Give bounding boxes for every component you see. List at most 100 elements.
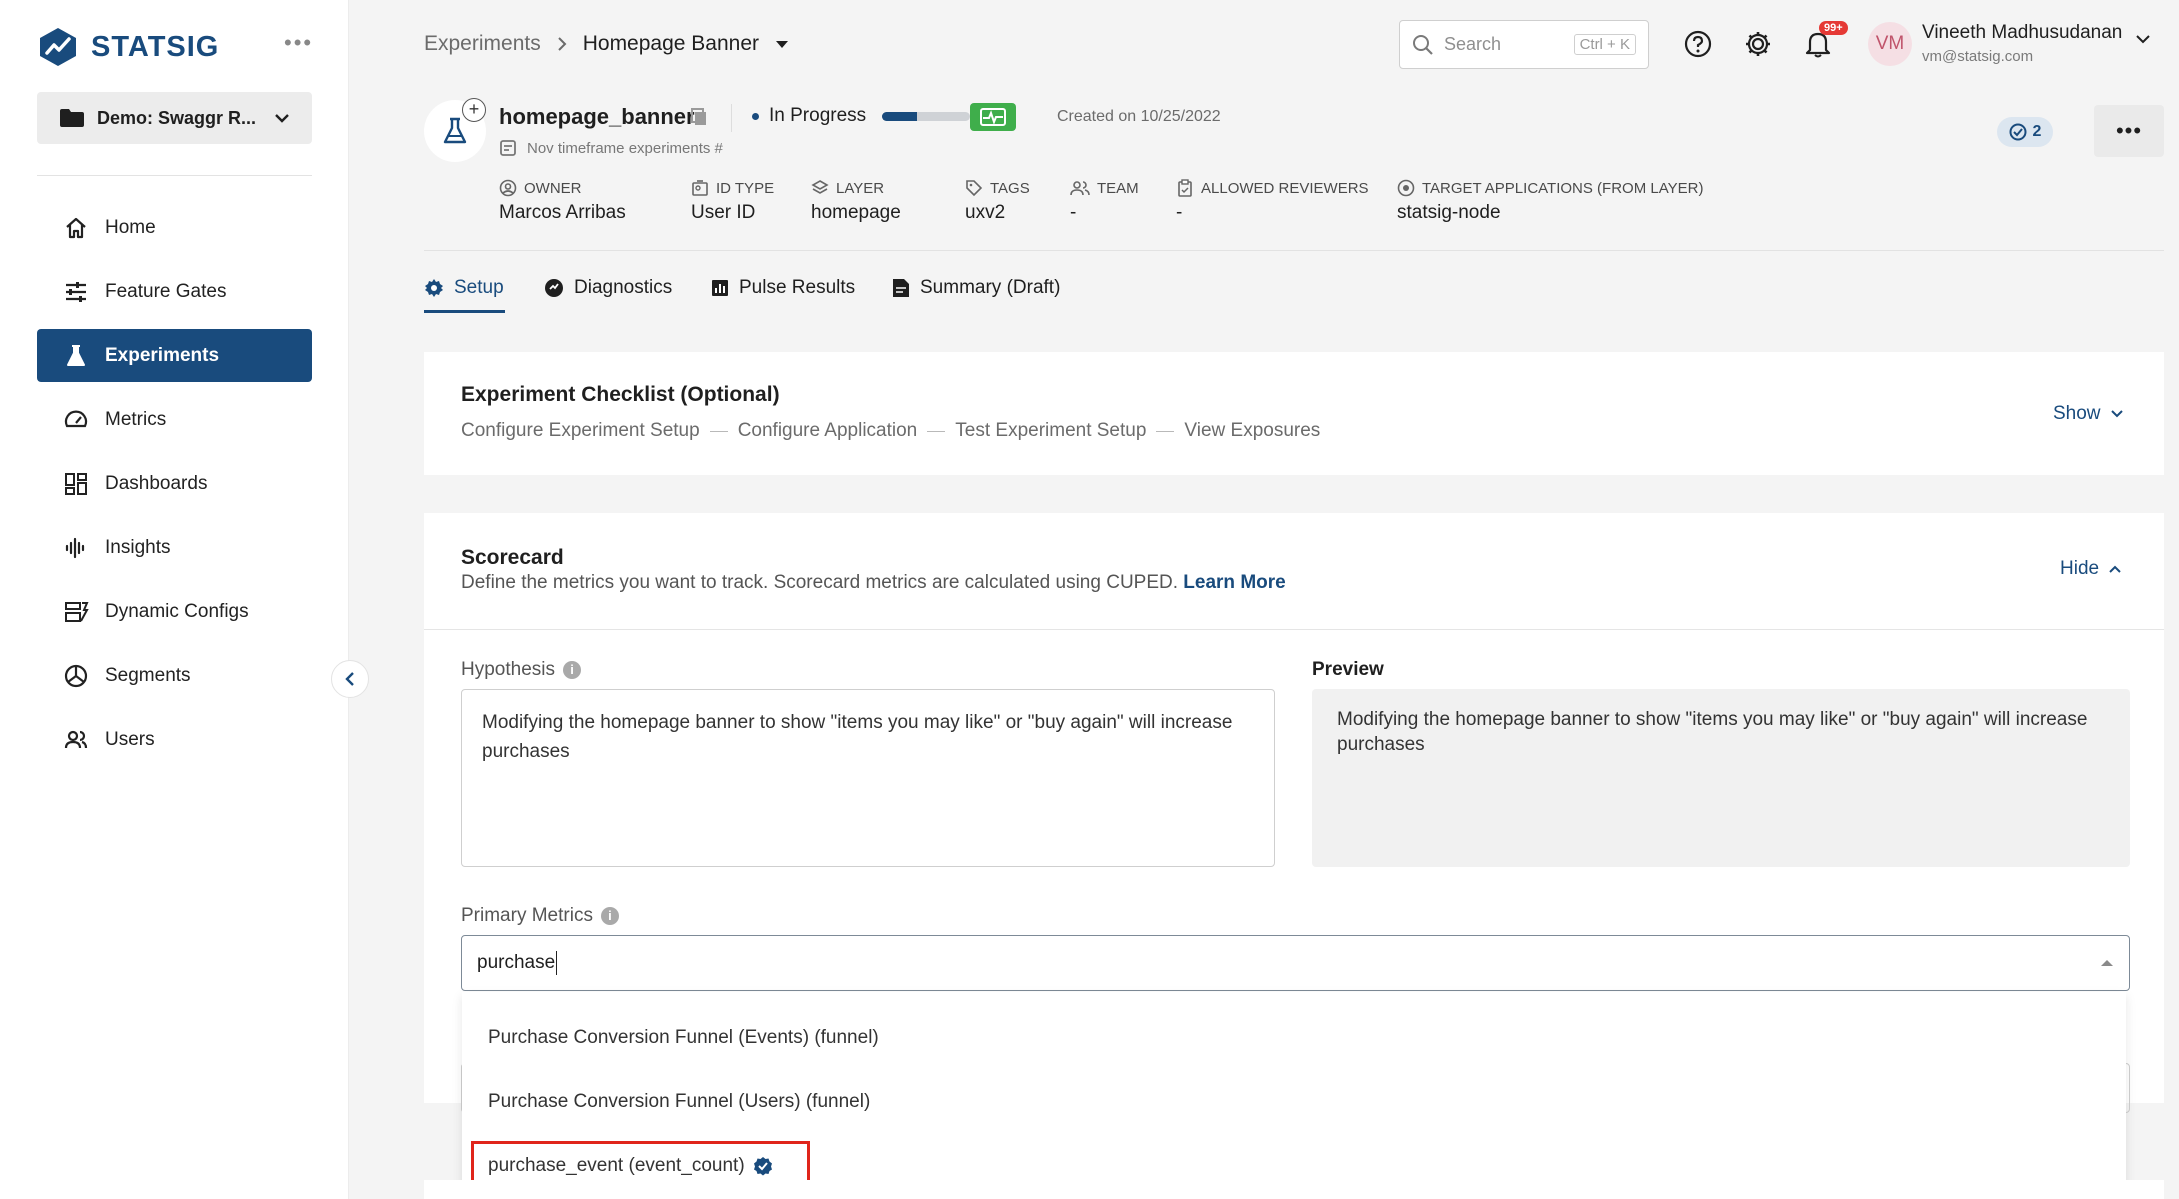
meta-label: TARGET APPLICATIONS (FROM LAYER) [1422,179,1704,197]
meta-value: homepage [811,202,901,223]
help-button[interactable] [1682,28,1714,60]
sidebar-item-users[interactable]: Users [37,713,312,766]
user-name[interactable]: Vineeth Madhusudanan [1922,22,2122,44]
add-icon[interactable]: + [462,98,486,122]
caret-down-icon[interactable] [775,40,789,49]
sidebar-divider [37,175,312,176]
settings-button[interactable] [1742,28,1774,60]
reviewers-badge[interactable]: 2 [1997,117,2053,147]
info-icon[interactable]: i [600,907,619,925]
meta-label: ID TYPE [716,179,775,197]
notification-badge: 99+ [1819,21,1848,35]
sidebar-item-label: Home [105,216,156,238]
meta-value: uxv2 [965,202,1006,223]
sidebar-item-home[interactable]: Home [37,201,312,254]
hypothesis-textarea[interactable]: Modifying the homepage banner to show "i… [461,689,1275,867]
checklist-step[interactable]: Test Experiment Setup [955,420,1146,442]
meta-label: OWNER [524,179,582,197]
checklist-step[interactable]: View Exposures [1184,420,1320,442]
search-shortcut: Ctrl + K [1573,34,1636,55]
progress-fill [882,111,918,121]
option-label: Purchase Conversion Funnel (Users) (funn… [488,1091,871,1112]
folder-icon [60,109,84,127]
chevron-down-icon [2110,410,2123,418]
top-bar: Experiments Homepage Banner Search Ctrl … [349,0,2179,90]
meta-label: TEAM [1097,179,1139,197]
header-divider [731,104,732,132]
copy-icon[interactable] [690,107,708,127]
bar-chart-icon [712,280,728,296]
sidebar-item-label: Dashboards [105,472,208,494]
sidebar-item-segments[interactable]: Segments [37,649,312,702]
help-icon [1684,30,1712,58]
users-icon [64,730,88,748]
checklist-show-toggle[interactable]: Show [2053,403,2123,425]
primary-metrics-value: purchase [477,952,556,973]
sidebar-item-feature-gates[interactable]: Feature Gates [37,265,312,318]
breadcrumb: Experiments Homepage Banner [424,32,789,56]
meta-team: TEAM - [1070,179,1139,224]
sidebar-item-dashboards[interactable]: Dashboards [37,457,312,510]
dropdown-option[interactable]: Purchase Conversion Funnel (Users) (funn… [488,1091,870,1113]
sidebar-item-metrics[interactable]: Metrics [37,393,312,446]
scorecard-description-text: Define the metrics you want to track. Sc… [461,572,1179,593]
brand-name: STATSIG [91,30,220,63]
tab-label: Setup [454,277,504,298]
sidebar-nav: Home Feature Gates Experiments Metrics D… [37,201,312,777]
clipboard-icon [1178,179,1192,197]
tab-diagnostics[interactable]: Diagnostics [544,277,672,299]
caret-up-icon[interactable] [2100,959,2114,967]
chevron-down-icon[interactable] [2135,34,2151,44]
sidebar-item-label: Insights [105,536,171,558]
info-icon[interactable]: i [563,661,581,679]
checklist-step[interactable]: Configure Experiment Setup [461,420,700,442]
statsig-logo-icon [40,28,76,66]
scorecard-hide-toggle[interactable]: Hide [2060,558,2121,580]
tab-label: Pulse Results [739,277,856,298]
primary-metrics-input[interactable]: purchase [461,935,2130,991]
meta-value: User ID [691,202,756,223]
experiment-name: homepage_banner [499,104,695,129]
status-label: In Progress [769,105,867,126]
tab-setup[interactable]: Setup [424,277,504,299]
learn-more-link[interactable]: Learn More [1183,572,1285,593]
checklist-step[interactable]: Configure Application [738,420,918,442]
note-icon [500,140,516,156]
project-selector[interactable]: Demo: Swaggr R... [37,92,312,144]
experiment-description[interactable]: Nov timeframe experiments # [499,139,723,157]
user-email: vm@statsig.com [1922,48,2034,65]
sidebar-item-insights[interactable]: Insights [37,521,312,574]
hypothesis-label-text: Hypothesis [461,659,555,680]
meta-value: - [1070,202,1077,223]
tab-pulse-results[interactable]: Pulse Results [711,277,855,299]
dashboard-icon [65,472,87,495]
experiment-status: In Progress [752,105,971,127]
more-actions-button[interactable]: ••• [2094,105,2164,157]
flask-icon [67,344,85,366]
config-icon [65,601,89,622]
sidebar-item-dynamic-configs[interactable]: Dynamic Configs [37,585,312,638]
breadcrumb-current[interactable]: Homepage Banner [583,32,759,56]
sidebar-item-experiments[interactable]: Experiments [37,329,312,382]
meta-value: - [1176,202,1183,223]
toggle-label: Show [2053,403,2101,424]
search-icon [1413,34,1433,55]
breadcrumb-experiments[interactable]: Experiments [424,32,541,56]
text-cursor [556,951,558,975]
search-input[interactable]: Search Ctrl + K [1399,20,1649,69]
hypothesis-preview: Modifying the homepage banner to show "i… [1312,689,2130,867]
health-check-badge[interactable] [970,103,1016,131]
health-pulse-icon [980,108,1006,126]
home-icon [66,217,86,238]
hypothesis-label: Hypothesis i [461,659,581,681]
target-icon [1397,179,1415,197]
status-progress-bar [882,111,971,121]
avatar[interactable]: VM [1868,22,1912,66]
experiment-checklist-card: Experiment Checklist (Optional) Configur… [424,352,2164,475]
dropdown-option[interactable]: Purchase Conversion Funnel (Events) (fun… [488,1027,879,1049]
collapse-sidebar-button[interactable] [331,660,369,698]
tab-summary[interactable]: Summary (Draft) [892,277,1060,299]
statsig-logo[interactable]: STATSIG [37,26,219,68]
waveform-icon [65,537,85,558]
more-options-icon[interactable]: ••• [284,30,313,56]
